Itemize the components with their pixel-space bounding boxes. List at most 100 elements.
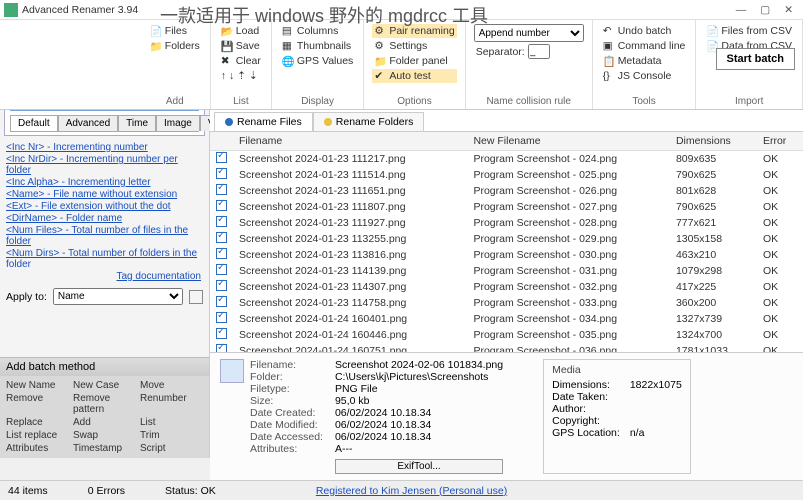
table-row[interactable]: Screenshot 2024-01-23 111651.pngProgram … [210,183,803,199]
table-row[interactable]: Screenshot 2024-01-24 160401.pngProgram … [210,311,803,327]
detail-folder: C:\Users\kj\Pictures\Screenshots [335,371,503,383]
media-date-taken [630,391,682,403]
detail-filetype: PNG File [335,383,503,395]
col-dimensions[interactable]: Dimensions [670,132,757,151]
registration-link[interactable]: Registered to Kim Jensen (Personal use) [316,485,507,497]
cmdline-icon: ▣ [603,40,615,52]
add-method-item[interactable]: Swap [73,430,136,441]
tab-rename-folders[interactable]: Rename Folders [313,112,425,131]
table-row[interactable]: Screenshot 2024-01-24 160751.pngProgram … [210,343,803,352]
metadata-icon: 📋 [603,55,615,67]
row-checkbox[interactable] [216,296,227,307]
row-checkbox[interactable] [216,264,227,275]
main-area: Rename Files Rename Folders Filename New… [210,110,803,480]
table-row[interactable]: Screenshot 2024-01-23 111927.pngProgram … [210,215,803,231]
color-picker-icon[interactable] [189,290,203,304]
apply-select[interactable]: Name [53,288,183,305]
table-row[interactable]: Screenshot 2024-01-23 111807.pngProgram … [210,199,803,215]
row-checkbox[interactable] [216,168,227,179]
command-line-button[interactable]: ▣Command line [601,39,688,53]
thumbnail-icon [220,359,244,383]
list-clear-button[interactable]: ✖Clear [219,54,263,68]
add-method-item[interactable]: Replace [6,417,69,428]
js-console-button[interactable]: {}JS Console [601,69,688,83]
start-batch-button[interactable]: Start batch [716,48,795,70]
tag-link[interactable]: <Name> - File name without extension [6,189,203,200]
file-table-wrap[interactable]: Filename New Filename Dimensions Error S… [210,132,803,352]
collision-rule-select[interactable]: Append number [474,24,584,42]
settings-button[interactable]: ⚙Settings [372,39,456,53]
row-checkbox[interactable] [216,216,227,227]
table-row[interactable]: Screenshot 2024-01-23 114758.pngProgram … [210,295,803,311]
table-row[interactable]: Screenshot 2024-01-23 113816.pngProgram … [210,247,803,263]
tag-link[interactable]: <Inc NrDir> - Incrementing number per fo… [6,154,203,176]
metadata-button[interactable]: 📋Metadata [601,54,688,68]
add-method-item[interactable]: Add [73,417,136,428]
media-copyright [630,415,682,427]
col-error[interactable]: Error [757,132,803,151]
table-row[interactable]: Screenshot 2024-01-23 113255.pngProgram … [210,231,803,247]
add-batch-title: Add batch method [0,358,209,376]
files-from-csv-button[interactable]: 📄Files from CSV [704,24,794,38]
table-row[interactable]: Screenshot 2024-01-23 114307.pngProgram … [210,279,803,295]
tab-image[interactable]: Image [156,115,200,131]
maximize-button[interactable]: ▢ [760,4,770,16]
add-method-item[interactable]: Remove pattern [73,393,136,415]
tab-time[interactable]: Time [118,115,156,131]
tag-link[interactable]: <DirName> - Folder name [6,213,203,224]
add-folders-button[interactable]: 📁Folders [148,39,202,53]
clear-icon: ✖ [221,55,233,67]
table-row[interactable]: Screenshot 2024-01-23 111217.pngProgram … [210,151,803,168]
add-method-item[interactable]: New Case [73,380,136,391]
folder-panel-button[interactable]: 📁Folder panel [372,54,456,68]
row-checkbox[interactable] [216,248,227,259]
tag-link[interactable]: <Num Files> - Total number of files in t… [6,225,203,247]
exif-tool-button[interactable]: ExifTool... [335,459,503,474]
tag-link[interactable]: <Ext> - File extension without the dot [6,201,203,212]
add-method-item[interactable]: List replace [6,430,69,441]
tag-link[interactable]: <Num Dirs> - Total number of folders in … [6,248,203,268]
add-method-item[interactable]: Move [140,380,203,391]
add-method-item[interactable]: List [140,417,203,428]
status-items: 44 items [8,485,48,497]
auto-test-button[interactable]: ✔Auto test [372,69,456,83]
minimize-button[interactable]: — [736,4,747,16]
row-checkbox[interactable] [216,152,227,163]
tag-link[interactable]: <Inc Alpha> - Incrementing letter [6,177,203,188]
table-row[interactable]: Screenshot 2024-01-23 114139.pngProgram … [210,263,803,279]
row-checkbox[interactable] [216,232,227,243]
add-method-item[interactable]: Trim [140,430,203,441]
media-author [630,403,682,415]
folders-dot-icon [324,118,332,126]
add-method-item[interactable]: Renumber [140,393,203,415]
tag-documentation-link[interactable]: Tag documentation [116,271,201,282]
row-checkbox[interactable] [216,200,227,211]
add-method-item[interactable]: Script [140,443,203,454]
table-row[interactable]: Screenshot 2024-01-24 160446.pngProgram … [210,327,803,343]
row-checkbox[interactable] [216,344,227,352]
row-checkbox[interactable] [216,328,227,339]
tab-rename-files[interactable]: Rename Files [214,112,313,131]
col-filename[interactable]: Filename [233,132,467,151]
tab-advanced[interactable]: Advanced [58,115,118,131]
add-method-item[interactable]: Attributes [6,443,69,454]
close-button[interactable]: ✕ [784,4,793,16]
add-method-item[interactable]: Timestamp [73,443,136,454]
list-save-button[interactable]: 💾Save [219,39,263,53]
display-gps-button[interactable]: 🌐GPS Values [280,54,355,68]
gps-icon: 🌐 [282,55,294,67]
add-method-item[interactable]: Remove [6,393,69,415]
col-new-filename[interactable]: New Filename [467,132,670,151]
undo-batch-button[interactable]: ↶Undo batch [601,24,688,38]
table-row[interactable]: Screenshot 2024-01-23 111514.pngProgram … [210,167,803,183]
add-method-item[interactable]: New Name [6,380,69,391]
tab-default[interactable]: Default [10,115,58,131]
separator-label: Separator: [476,46,525,58]
row-checkbox[interactable] [216,312,227,323]
row-checkbox[interactable] [216,184,227,195]
sort-arrows[interactable]: ↑ ↓ ⇡ ⇣ [219,69,263,83]
display-thumbnails-button[interactable]: ▦Thumbnails [280,39,355,53]
row-checkbox[interactable] [216,280,227,291]
tag-link[interactable]: <Inc Nr> - Incrementing number [6,142,203,153]
separator-input[interactable] [528,44,550,59]
